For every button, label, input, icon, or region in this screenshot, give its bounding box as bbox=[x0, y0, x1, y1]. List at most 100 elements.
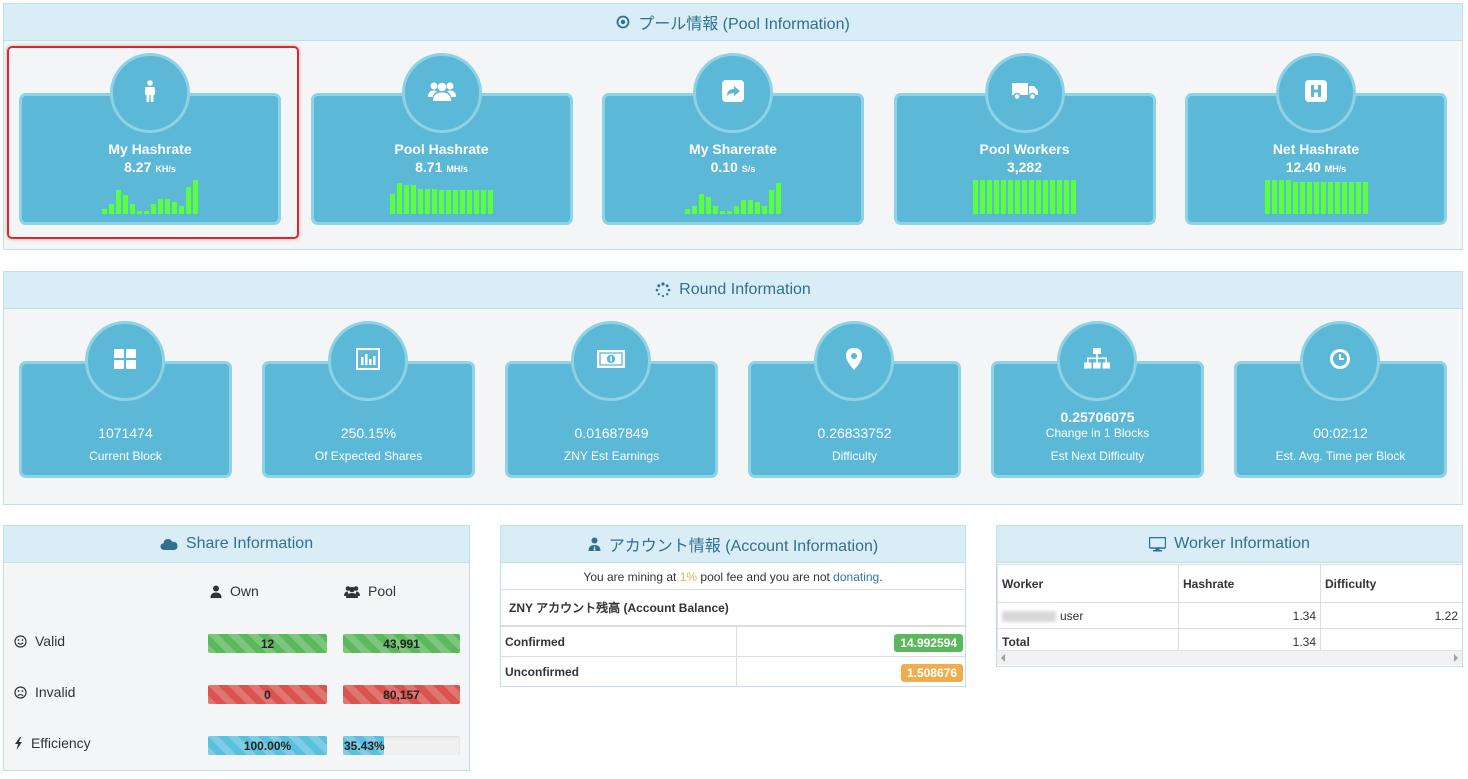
sparkline-bar bbox=[1327, 181, 1333, 214]
pool-column-header: Pool bbox=[344, 583, 396, 599]
sparkline-bar bbox=[1036, 180, 1041, 214]
sparkline-bar bbox=[755, 202, 760, 214]
users-icon bbox=[427, 81, 456, 106]
sparkline-bar bbox=[1022, 180, 1027, 214]
scroll-right-arrow-icon[interactable] bbox=[1454, 654, 1458, 662]
clock-icon-badge bbox=[1300, 321, 1380, 401]
sparkline-bar bbox=[116, 190, 121, 214]
invalid-pool-bar: 80,157 bbox=[343, 685, 460, 704]
sparkline-bar bbox=[1334, 181, 1340, 214]
blocks-icon bbox=[114, 348, 136, 374]
sparkline bbox=[102, 178, 198, 214]
user-tie-icon bbox=[588, 537, 601, 551]
sparkline-bar bbox=[1043, 180, 1048, 214]
share-square-icon bbox=[722, 79, 744, 107]
stat-title: Pool Hashrate bbox=[394, 141, 489, 157]
sparkline-bar bbox=[439, 190, 444, 214]
map-marker-icon-badge bbox=[814, 321, 894, 401]
sparkline-bar bbox=[1015, 180, 1020, 214]
stat-label: Est Next Difficulty bbox=[1050, 449, 1145, 463]
sparkline-bar bbox=[980, 180, 985, 214]
sparkline-bar bbox=[685, 208, 690, 214]
users-icon-badge bbox=[401, 53, 482, 133]
sparkline-bar bbox=[713, 205, 718, 214]
pool-information-title: プール情報 (Pool Information) bbox=[638, 16, 850, 33]
clock-icon bbox=[1329, 348, 1351, 375]
stat-value: 3,282 bbox=[1006, 159, 1043, 175]
blocks-icon-badge bbox=[85, 321, 165, 401]
sparkline-bar bbox=[1348, 181, 1354, 214]
difficulty-column-header[interactable]: Difficulty bbox=[1320, 564, 1462, 603]
round-information-header: Round Information bbox=[4, 272, 1462, 309]
sparkline-bar bbox=[467, 190, 472, 214]
male-icon-badge bbox=[110, 53, 190, 133]
sparkline-bar bbox=[1001, 180, 1006, 214]
smile-icon bbox=[14, 634, 27, 648]
dot-circle-icon bbox=[616, 15, 630, 29]
sparkline-bar bbox=[706, 197, 711, 214]
sparkline-bar bbox=[1362, 181, 1368, 214]
map-marker-icon bbox=[846, 347, 862, 375]
stat-value: 00:02:12 bbox=[1313, 425, 1368, 441]
valid-pool-bar: 43,991 bbox=[343, 634, 460, 653]
sparkline-bar bbox=[446, 190, 451, 214]
efficiency-row-label: Efficiency bbox=[14, 735, 91, 751]
sparkline-bar bbox=[411, 185, 416, 214]
sparkline-bar bbox=[130, 203, 135, 214]
stat-value: 250.15% bbox=[340, 425, 397, 441]
worker-information-header: Worker Information bbox=[997, 526, 1462, 563]
cloud-icon bbox=[160, 539, 178, 550]
sparkline-bar bbox=[109, 203, 114, 214]
sparkline-bar bbox=[973, 180, 978, 214]
sparkline-bar bbox=[102, 208, 107, 214]
stat-unit: S/s bbox=[741, 164, 756, 174]
sparkline-bar bbox=[699, 193, 704, 214]
pool-fee-notice: You are mining at 1% pool fee and you ar… bbox=[501, 564, 965, 590]
stat-subtext: Change in 1 Blocks bbox=[1045, 426, 1150, 440]
stat-title: Pool Workers bbox=[979, 141, 1070, 157]
stat-unit: KH/s bbox=[155, 164, 176, 174]
stat-unit: MH/s bbox=[446, 164, 468, 174]
sparkline bbox=[390, 178, 493, 214]
worker-column-header[interactable]: Worker bbox=[997, 564, 1179, 603]
unconfirmed-label: Unconfirmed bbox=[505, 665, 580, 679]
sparkline-bar bbox=[1271, 180, 1277, 214]
efficiency-own-bar: 100.00% bbox=[208, 736, 327, 755]
chart-icon-badge bbox=[328, 321, 408, 401]
account-balance-title: ZNY アカウント残高 (Account Balance) bbox=[509, 601, 729, 615]
sparkline-bar bbox=[418, 188, 423, 214]
stat-value: 0.10 S/s bbox=[710, 159, 756, 175]
stat-label: Est. Avg. Time per Block bbox=[1275, 449, 1406, 463]
account-information-panel: アカウント情報 (Account Information) You are mi… bbox=[500, 525, 966, 687]
user-icon bbox=[210, 585, 222, 598]
sparkline-bar bbox=[137, 210, 142, 214]
donating-link[interactable]: donating bbox=[833, 570, 879, 584]
sparkline-bar bbox=[1341, 181, 1347, 214]
h-square-icon-badge bbox=[1276, 53, 1356, 133]
sparkline bbox=[685, 178, 781, 214]
redacted-worker-prefix bbox=[1002, 610, 1056, 622]
sparkline-bar bbox=[172, 202, 177, 214]
stat-value: 0.26833752 bbox=[817, 425, 892, 441]
hashrate-column-header[interactable]: Hashrate bbox=[1178, 564, 1321, 603]
horizontal-scrollbar[interactable] bbox=[997, 650, 1462, 665]
sparkline-bar bbox=[1355, 181, 1361, 214]
unconfirmed-row: Unconfirmed 1.508676 bbox=[501, 657, 965, 687]
desktop-icon bbox=[1149, 536, 1167, 551]
stat-label: ZNY Est Earnings bbox=[563, 449, 660, 463]
sparkline-bar bbox=[1050, 180, 1055, 214]
frown-icon bbox=[14, 685, 27, 699]
sparkline-bar bbox=[1029, 180, 1034, 214]
sparkline-bar bbox=[151, 203, 156, 214]
worker-name-cell: user bbox=[997, 602, 1179, 629]
invalid-row-label: Invalid bbox=[14, 684, 75, 700]
scroll-left-arrow-icon[interactable] bbox=[1001, 654, 1005, 662]
sparkline-bar bbox=[144, 210, 149, 214]
valid-row-label: Valid bbox=[14, 633, 65, 649]
share-information-header: Share Information bbox=[4, 526, 469, 563]
worker-table-scroll[interactable]: Worker Hashrate Difficulty user 1.34 1.2… bbox=[997, 564, 1462, 667]
sparkline-bar bbox=[1064, 180, 1069, 214]
sparkline-bar bbox=[994, 180, 999, 214]
share-information-panel: Share Information Own Pool Valid 12 43,9… bbox=[3, 525, 470, 771]
sparkline-bar bbox=[734, 205, 739, 214]
